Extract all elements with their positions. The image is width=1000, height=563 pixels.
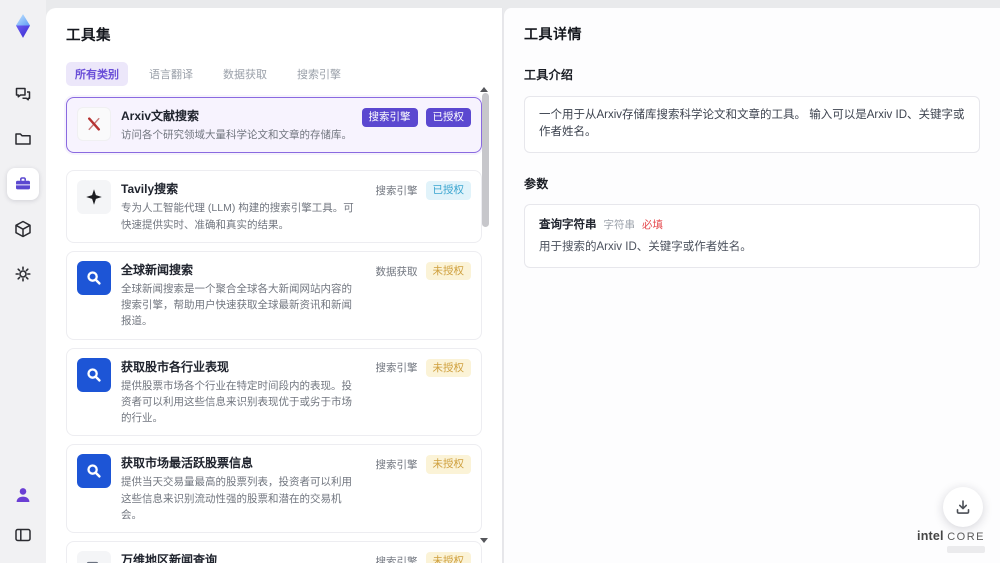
sidebar-item-settings[interactable] xyxy=(7,258,39,290)
scrollbar-up-arrow[interactable] xyxy=(480,87,488,92)
sidebar-nav xyxy=(0,78,46,290)
tool-card-regional-news[interactable]: 万维地区新闻查询 查询具体行政区划内的新闻，快速了解各地新闻动 搜索引擎 未授权 xyxy=(66,541,482,563)
four-point-star-icon xyxy=(77,180,111,215)
auth-badge: 未授权 xyxy=(425,358,471,378)
category-label: 搜索引擎 xyxy=(375,185,418,198)
sidebar-item-toolbox[interactable] xyxy=(7,168,39,200)
auth-badge: 未授权 xyxy=(425,455,471,474)
briefcase-icon xyxy=(16,177,30,190)
tool-name: 获取市场最活跃股票信息 xyxy=(121,456,254,471)
tool-name: 获取股市各行业表现 xyxy=(121,359,230,374)
tool-description: 全球新闻搜索是一个聚合全球各大新闻网站内容的搜索引擎，帮助用户快速获取全球最新资… xyxy=(121,282,352,328)
tool-name: Tavily搜索 xyxy=(121,182,179,197)
tool-card-tavily[interactable]: Tavily搜索 专为人工智能代理 (LLM) 构建的搜索引擎工具。可快速提供实… xyxy=(66,170,482,243)
sidebar-item-chat[interactable] xyxy=(7,78,39,110)
auth-badge: 未授权 xyxy=(425,552,471,563)
cube-icon xyxy=(15,220,31,238)
tool-name: 万维地区新闻查询 xyxy=(121,553,218,563)
sidebar-item-packages[interactable] xyxy=(7,213,39,245)
download-icon xyxy=(956,500,970,514)
tab-language-translation[interactable]: 语言翻译 xyxy=(140,62,202,86)
magnifier-icon xyxy=(77,260,111,295)
param-required-badge: 必填 xyxy=(642,218,663,231)
tab-all-categories[interactable]: 所有类别 xyxy=(66,62,128,86)
auth-badge: 未授权 xyxy=(425,261,471,281)
params-heading: 参数 xyxy=(524,176,549,191)
param-type: 字符串 xyxy=(603,218,636,231)
scrollbar-thumb[interactable] xyxy=(482,93,489,227)
tool-description: 访问各个研究领域大量科学论文和文章的存储库。 xyxy=(121,129,352,141)
newspaper-icon xyxy=(77,551,111,563)
tab-data-fetch[interactable]: 数据获取 xyxy=(214,62,276,86)
diamond-logo-icon xyxy=(15,14,31,38)
sidebar-bottom xyxy=(0,479,46,551)
folder-icon xyxy=(15,133,31,145)
arxiv-logo-icon xyxy=(77,107,111,141)
category-label: 搜索引擎 xyxy=(375,459,418,472)
tool-details-panel: 工具详情 工具介绍 一个用于从Arxiv存储库搜索科学论文和文章的工具。 输入可… xyxy=(503,8,1000,563)
tool-list-panel: 工具集 所有类别 语言翻译 数据获取 搜索引擎 Arxiv文献搜索 访问各个研究… xyxy=(46,8,503,563)
tool-card-most-active-stocks[interactable]: 获取市场最活跃股票信息 提供当天交易量最高的股票列表，投资者可以利用这些信息来识… xyxy=(66,444,482,534)
category-tabs: 所有类别 语言翻译 数据获取 搜索引擎 xyxy=(66,62,482,86)
category-label: 搜索引擎 xyxy=(375,555,418,563)
intro-heading: 工具介绍 xyxy=(524,68,574,82)
category-label: 数据获取 xyxy=(375,265,418,278)
tool-list: Arxiv文献搜索 访问各个研究领域大量科学论文和文章的存储库。 搜索引擎 已授… xyxy=(66,97,482,563)
user-icon xyxy=(16,488,30,502)
intel-subbrand-mark xyxy=(947,546,985,553)
category-label: 搜索引擎 xyxy=(375,362,418,375)
param-description: 用于搜索的Arxiv ID、关键字或作者姓名。 xyxy=(539,240,752,253)
auth-badge: 已授权 xyxy=(425,108,471,127)
app-logo xyxy=(0,12,46,40)
magnifier-icon xyxy=(77,454,111,489)
auth-badge: 已授权 xyxy=(425,181,471,200)
param-name: 查询字符串 xyxy=(539,218,597,231)
intel-core-text: core xyxy=(947,531,985,543)
tool-name: 全球新闻搜索 xyxy=(121,262,194,277)
page-title: 工具集 xyxy=(66,28,111,44)
intel-core-logo: intel core xyxy=(917,529,985,553)
tab-search-engine[interactable]: 搜索引擎 xyxy=(288,62,350,86)
chat-icon xyxy=(15,87,31,101)
sidebar-item-account[interactable] xyxy=(7,479,39,511)
scrollbar-down-arrow[interactable] xyxy=(480,538,488,543)
panel-toggle-icon xyxy=(15,528,31,542)
sidebar-item-collapse[interactable] xyxy=(7,519,39,551)
tool-card-sector-performance[interactable]: 获取股市各行业表现 提供股票市场各个行业在特定时间段内的表现。投资者可以利用这些… xyxy=(66,347,482,437)
intel-brand-text: intel xyxy=(917,529,944,543)
download-button[interactable] xyxy=(943,487,983,527)
tool-description: 提供股票市场各个行业在特定时间段内的表现。投资者可以利用这些信息来识别表现优于或… xyxy=(121,379,352,425)
gear-icon xyxy=(15,266,31,282)
details-title: 工具详情 xyxy=(524,26,582,42)
tool-description: 专为人工智能代理 (LLM) 构建的搜索引擎工具。可快速提供实时、准确和真实的结… xyxy=(121,202,354,231)
tool-name: Arxiv文献搜索 xyxy=(121,109,200,123)
magnifier-icon xyxy=(77,357,111,392)
sidebar-item-files[interactable] xyxy=(7,123,39,155)
tool-description: 提供当天交易量最高的股票列表，投资者可以利用这些信息来识别流动性强的股票和潜在的… xyxy=(121,476,352,521)
sidebar-rail xyxy=(0,0,46,563)
tool-card-global-news[interactable]: 全球新闻搜索 全球新闻搜索是一个聚合全球各大新闻网站内容的搜索引擎，帮助用户快速… xyxy=(66,250,482,340)
param-box: 查询字符串 字符串 必填 用于搜索的Arxiv ID、关键字或作者姓名。 xyxy=(524,203,980,268)
intro-box: 一个用于从Arxiv存储库搜索科学论文和文章的工具。 输入可以是Arxiv ID… xyxy=(524,96,980,153)
tool-card-arxiv[interactable]: Arxiv文献搜索 访问各个研究领域大量科学论文和文章的存储库。 搜索引擎 已授… xyxy=(66,97,482,154)
category-badge: 搜索引擎 xyxy=(361,108,418,127)
